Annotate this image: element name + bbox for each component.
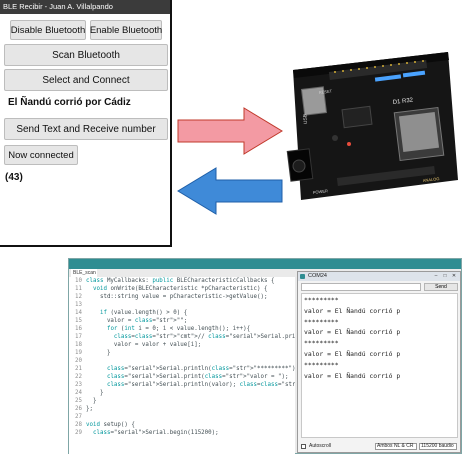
serial-input-field[interactable]	[301, 283, 421, 291]
text-to-send[interactable]: El Ñandú corrió por Cádiz	[8, 97, 131, 108]
scan-bluetooth-button[interactable]: Scan Bluetooth	[4, 44, 168, 66]
line-number: 25	[75, 398, 82, 404]
code-line: 17 class=class="str">"cmt">// class="ser…	[69, 333, 295, 341]
serial-output-line: *********	[304, 360, 339, 369]
line-number: 18	[75, 342, 82, 348]
received-number: (43)	[5, 172, 23, 183]
line-number: 23	[75, 382, 82, 388]
line-number: 26	[75, 406, 82, 412]
code-text: }	[86, 350, 111, 356]
serial-output-line: valor = El Ñandú corrió p	[304, 328, 401, 337]
code-text: std::string value = pCharacteristic->get…	[86, 294, 268, 300]
mobile-app-screen: BLE Recibir - Juan A. Villalpando Disabl…	[0, 0, 172, 247]
code-line: 28 void setup() {	[69, 421, 295, 429]
serial-footer: Autoscroll Ambos NL & CR 115200 baudio	[301, 442, 458, 451]
serial-output-line: *********	[304, 317, 339, 326]
code-text: }	[86, 390, 104, 396]
app-title: BLE Recibir - Juan A. Villalpando	[0, 0, 170, 14]
serial-output-line: valor = El Ñandú corrió p	[304, 306, 401, 315]
line-number: 16	[75, 326, 82, 332]
serial-output: ********* valor = El Ñandú corrió p ******…	[301, 293, 458, 438]
code-line: 18 valor = valor + value[i];	[69, 341, 295, 349]
code-text: class=class="str">"cmt">// class="serial…	[113, 334, 295, 340]
send-receive-button[interactable]: Send Text and Receive number	[4, 118, 168, 140]
tab-ble-scan[interactable]: BLE_scan	[71, 269, 97, 277]
select-connect-button[interactable]: Select and Connect	[4, 69, 168, 91]
maximize-icon[interactable]: □	[441, 273, 449, 280]
code-line: 29 class="serial">Serial.begin(115200);	[69, 429, 295, 437]
code-line: 24 }	[69, 389, 295, 397]
code-editor[interactable]: 10 class MyCallbacks: public BLECharacter…	[69, 277, 295, 455]
code-line: 11 void onWrite(BLECharacteristic *pChar…	[69, 285, 295, 293]
arduino-ide-window: BLE_scan 10 class MyCallbacks: public BLE…	[68, 258, 462, 455]
code-line: 12 std::string value = pCharacteristic->…	[69, 293, 295, 301]
code-line: 15 valor = class="str">"";	[69, 317, 295, 325]
code-text: for (int i = 0; i < value.length(); i++)…	[106, 326, 251, 332]
code-line: 13	[69, 301, 295, 309]
arrow-to-phone-icon	[177, 167, 283, 215]
code-line: 23 class="serial">Serial.println(valor);…	[69, 381, 295, 389]
code-text: valor = class="str">"";	[86, 318, 188, 324]
line-number: 10	[75, 278, 82, 284]
code-line: 10 class MyCallbacks: public BLECharacter…	[69, 277, 295, 285]
code-line: 22 class="serial">Serial.print(class="st…	[69, 373, 295, 381]
serial-send-button[interactable]: Send	[424, 283, 458, 291]
code-line: 20	[69, 357, 295, 365]
code-line: 14 if (value.length() > 0) {	[69, 309, 295, 317]
code-text: void setup() {	[86, 422, 135, 428]
close-icon[interactable]: ✕	[450, 273, 458, 280]
serial-port-title: COM24	[308, 273, 327, 279]
line-number: 20	[75, 358, 82, 364]
code-text: }	[86, 398, 97, 404]
autoscroll-label: Autoscroll	[309, 443, 331, 449]
autoscroll-checkbox[interactable]	[301, 444, 306, 449]
code-line: 16 for (int i = 0; i < value.length(); i…	[69, 325, 295, 333]
minimize-icon[interactable]: –	[432, 273, 440, 280]
line-number: 15	[75, 318, 82, 324]
serial-output-line: valor = El Ñandú corrió p	[304, 349, 401, 358]
code-text: class="serial">Serial.begin(115200);	[92, 430, 219, 436]
enable-bluetooth-button[interactable]: Enable Bluetooth	[90, 20, 162, 40]
code-text: void onWrite(BLECharacteristic *pCharact…	[92, 286, 268, 292]
disable-bluetooth-button[interactable]: Disable Bluetooth	[10, 20, 86, 40]
serial-output-line: valor = El Ñandú corrió p	[304, 371, 401, 380]
code-text: if (value.length() > 0) {	[99, 310, 188, 316]
serial-output-line: *********	[304, 296, 339, 304]
code-line: 26};	[69, 405, 295, 413]
serial-monitor-titlebar: COM24 – □ ✕	[298, 272, 460, 281]
line-number: 21	[75, 366, 82, 372]
code-line: 19 }	[69, 349, 295, 357]
code-text: class="serial">Serial.println(valor); cl…	[106, 382, 295, 388]
line-ending-select[interactable]: Ambos NL & CR	[375, 443, 417, 450]
line-number: 17	[75, 334, 82, 340]
code-text: class="serial">Serial.println(class="str…	[106, 366, 295, 372]
line-number: 29	[75, 430, 82, 436]
serial-monitor-window: COM24 – □ ✕ Send ********* valor = El Ñan…	[297, 271, 461, 453]
serial-output-line: *********	[304, 339, 339, 348]
line-number: 14	[75, 310, 82, 316]
code-text: };	[86, 406, 93, 412]
line-number: 12	[75, 294, 82, 300]
line-number: 24	[75, 390, 82, 396]
serial-port-icon	[300, 274, 305, 279]
code-line: 21 class="serial">Serial.println(class="…	[69, 365, 295, 373]
code-text: class="serial">Serial.print(class="str">…	[106, 374, 289, 380]
line-number: 27	[75, 414, 82, 420]
esp32-board-image: USB D1 R32 POWER ANALOG RESET	[286, 52, 458, 200]
line-number: 22	[75, 374, 82, 380]
arrow-to-board-icon	[177, 107, 283, 155]
code-text: valor = valor + value[i];	[86, 342, 202, 348]
usb-label: USB	[302, 113, 309, 124]
line-number: 13	[75, 302, 82, 308]
baud-rate-select[interactable]: 115200 baudio	[419, 443, 457, 450]
code-line: 27	[69, 413, 295, 421]
ide-toolbar	[69, 259, 461, 269]
line-number: 28	[75, 422, 82, 428]
connection-status: Now connected	[4, 145, 78, 165]
line-number: 11	[75, 286, 82, 292]
code-line: 25 }	[69, 397, 295, 405]
code-text: class MyCallbacks: public BLECharacteris…	[86, 278, 275, 284]
line-number: 19	[75, 350, 82, 356]
